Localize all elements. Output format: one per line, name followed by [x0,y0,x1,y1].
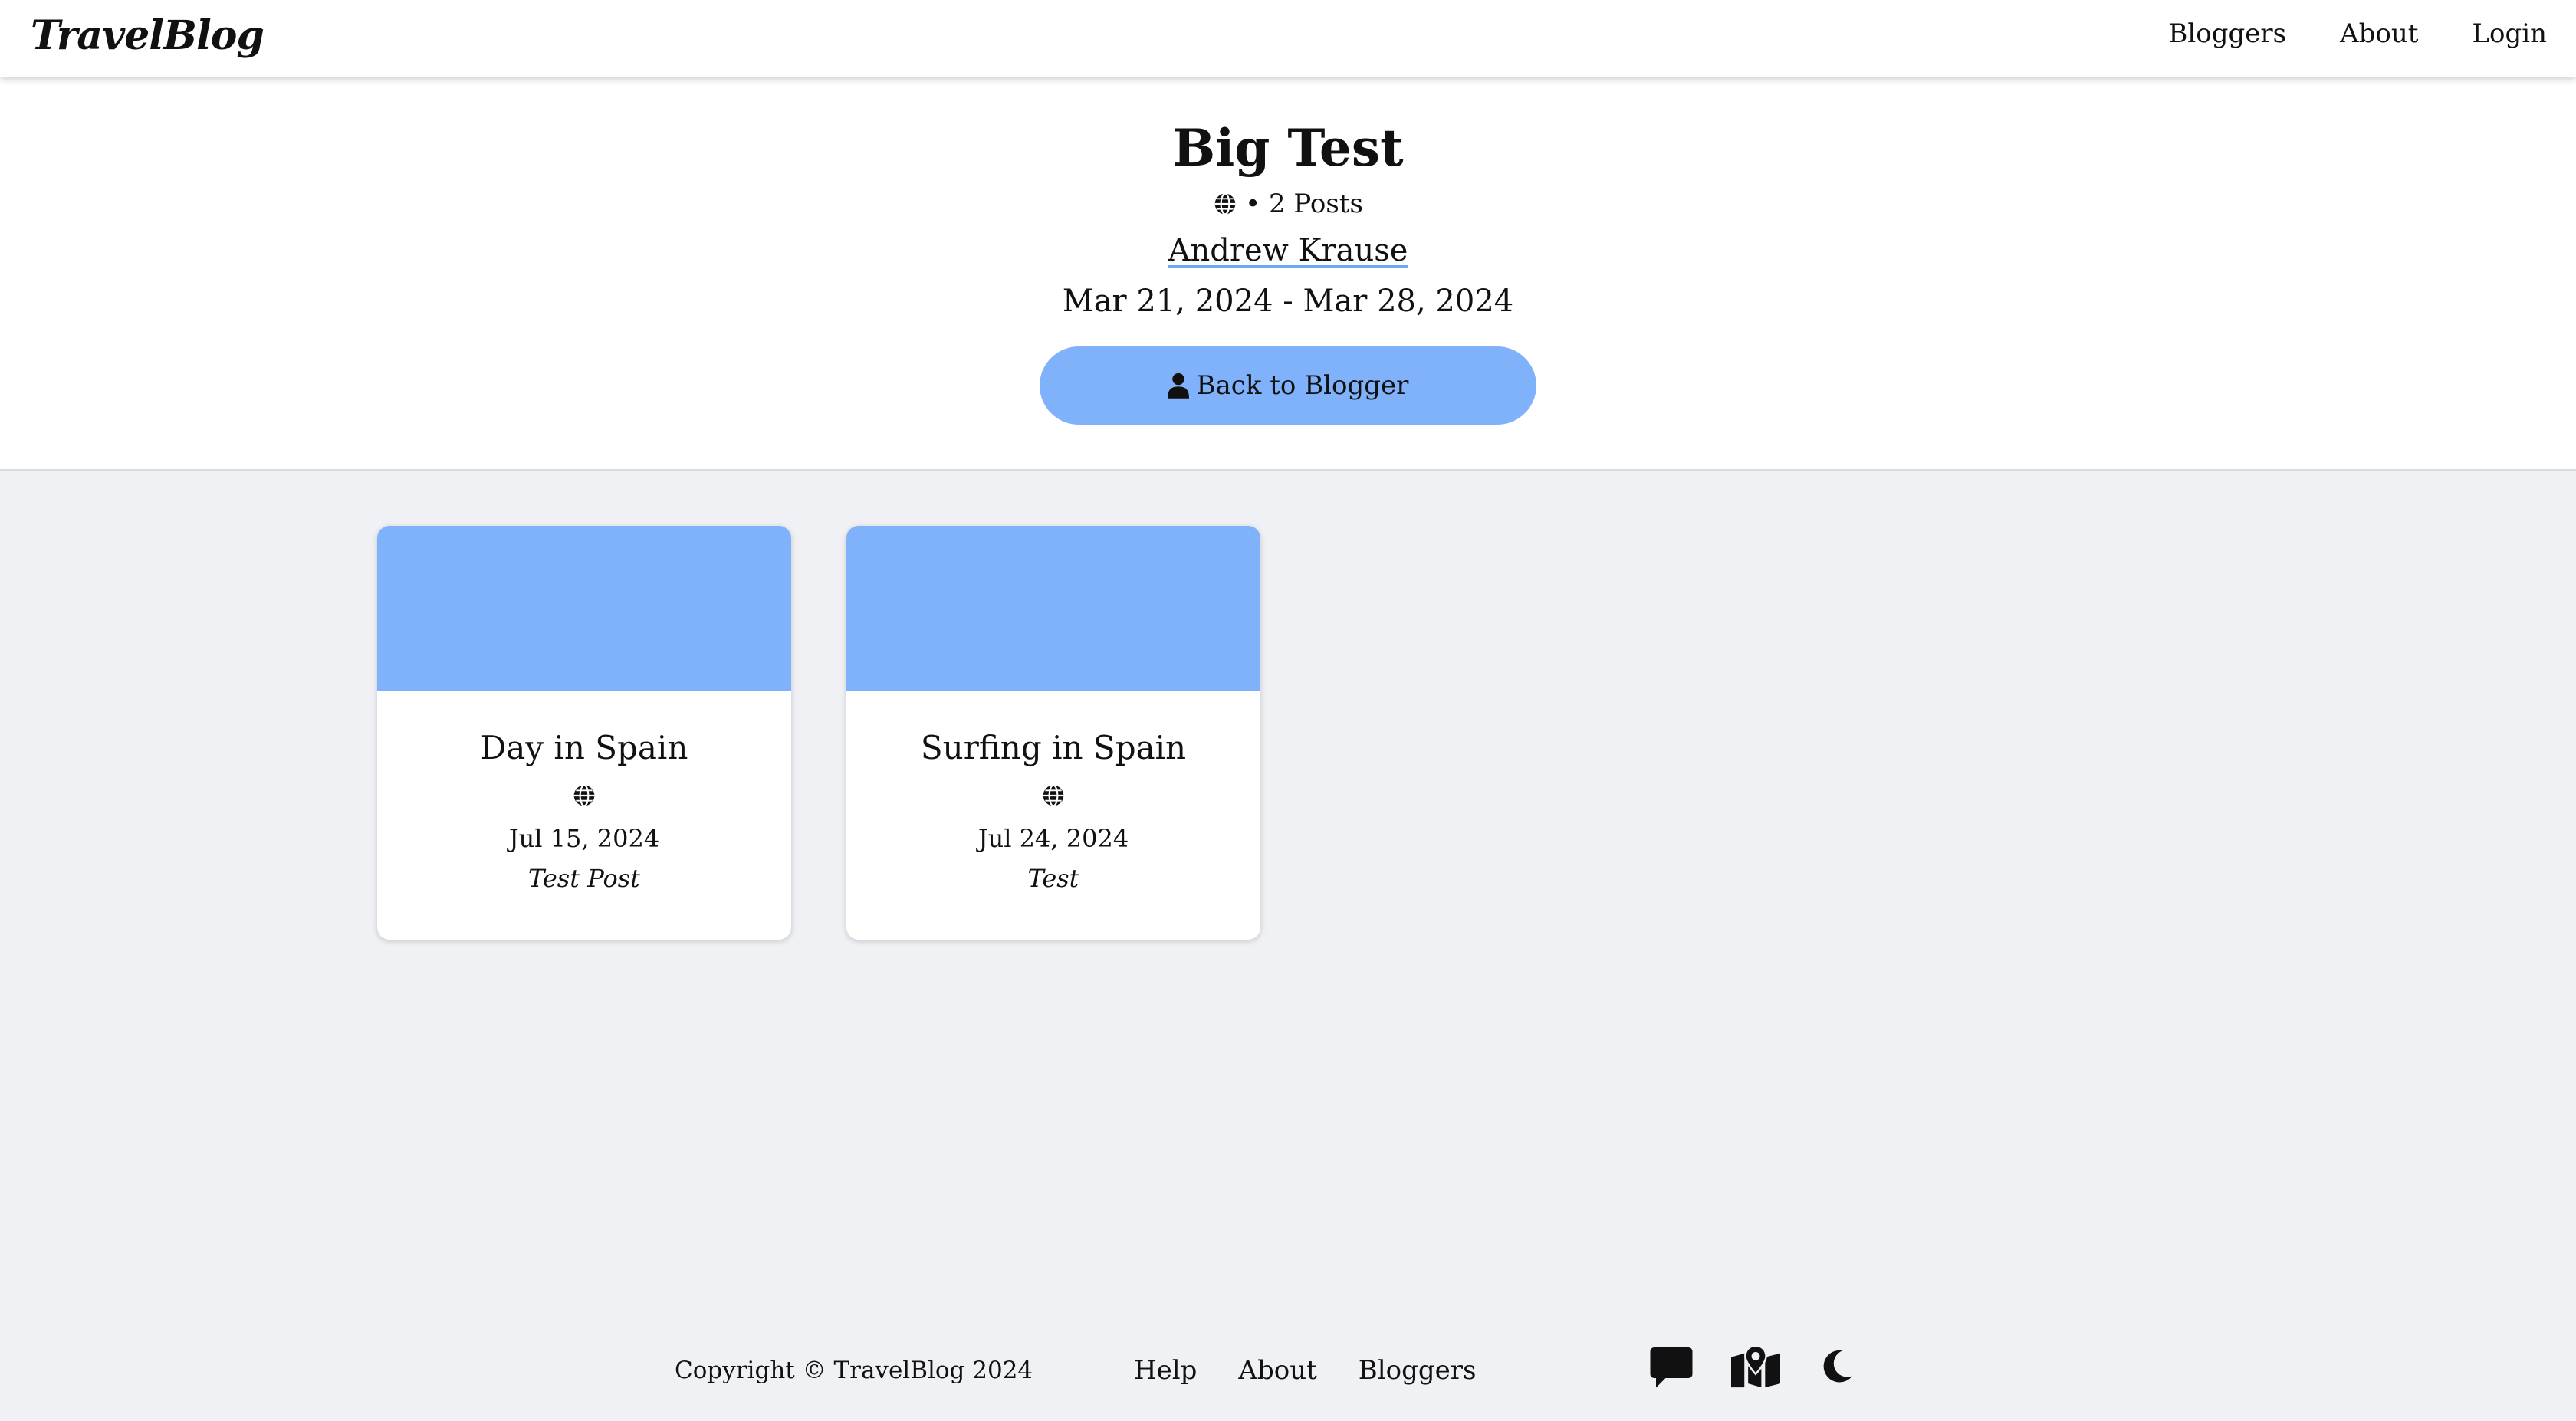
post-count: • 2 Posts [1245,189,1363,219]
nav-links: Bloggers About Login [2168,18,2547,49]
map-icon[interactable] [1731,1345,1780,1388]
footer-link-help[interactable]: Help [1134,1352,1197,1389]
post-card-title: Day in Spain [480,729,688,766]
trip-meta: • 2 Posts [0,185,2576,223]
post-card-image [846,526,1260,691]
top-navbar: TravelBlog Bloggers About Login [0,0,2576,77]
footer-copyright: Copyright © TravelBlog 2024 [675,1357,1033,1384]
post-card-date: Jul 15, 2024 [508,824,660,853]
globe-icon [1213,192,1237,216]
nav-link-bloggers[interactable]: Bloggers [2168,18,2286,49]
footer-link-about[interactable]: About [1238,1352,1316,1389]
user-icon [1167,372,1189,399]
footer-icons [1648,1343,1855,1390]
back-to-blogger-button[interactable]: Back to Blogger [1040,346,1536,425]
post-card[interactable]: Day in Spain Jul 15, 2024 Test Post [377,526,791,940]
back-button-label: Back to Blogger [1196,370,1409,401]
footer-link-bloggers[interactable]: Bloggers [1359,1352,1477,1389]
post-card-subtitle: Test [1027,864,1079,893]
nav-link-login[interactable]: Login [2472,18,2547,49]
trip-dates: Mar 21, 2024 - Mar 28, 2024 [1062,284,1514,319]
globe-icon [846,783,1260,808]
post-card-image [377,526,791,691]
post-card-date: Jul 24, 2024 [978,824,1129,853]
trip-author: Andrew Krause [0,228,2576,274]
nav-link-about[interactable]: About [2340,18,2418,49]
globe-icon [377,783,791,808]
brand-logo[interactable]: TravelBlog [31,12,264,59]
footer-links: Help About Bloggers [1134,1352,1476,1389]
author-link[interactable]: Andrew Krause [1168,233,1408,268]
trip-header: Big Test • 2 Posts Andrew Krause Mar 21,… [0,77,2576,471]
post-card-subtitle: Test Post [527,864,641,893]
moon-icon[interactable] [1817,1345,1855,1388]
chat-icon[interactable] [1648,1343,1694,1390]
post-card[interactable]: Surfing in Spain Jul 24, 2024 Test [846,526,1260,940]
trip-title: Big Test [1172,118,1404,178]
post-card-title: Surfing in Spain [920,729,1187,766]
